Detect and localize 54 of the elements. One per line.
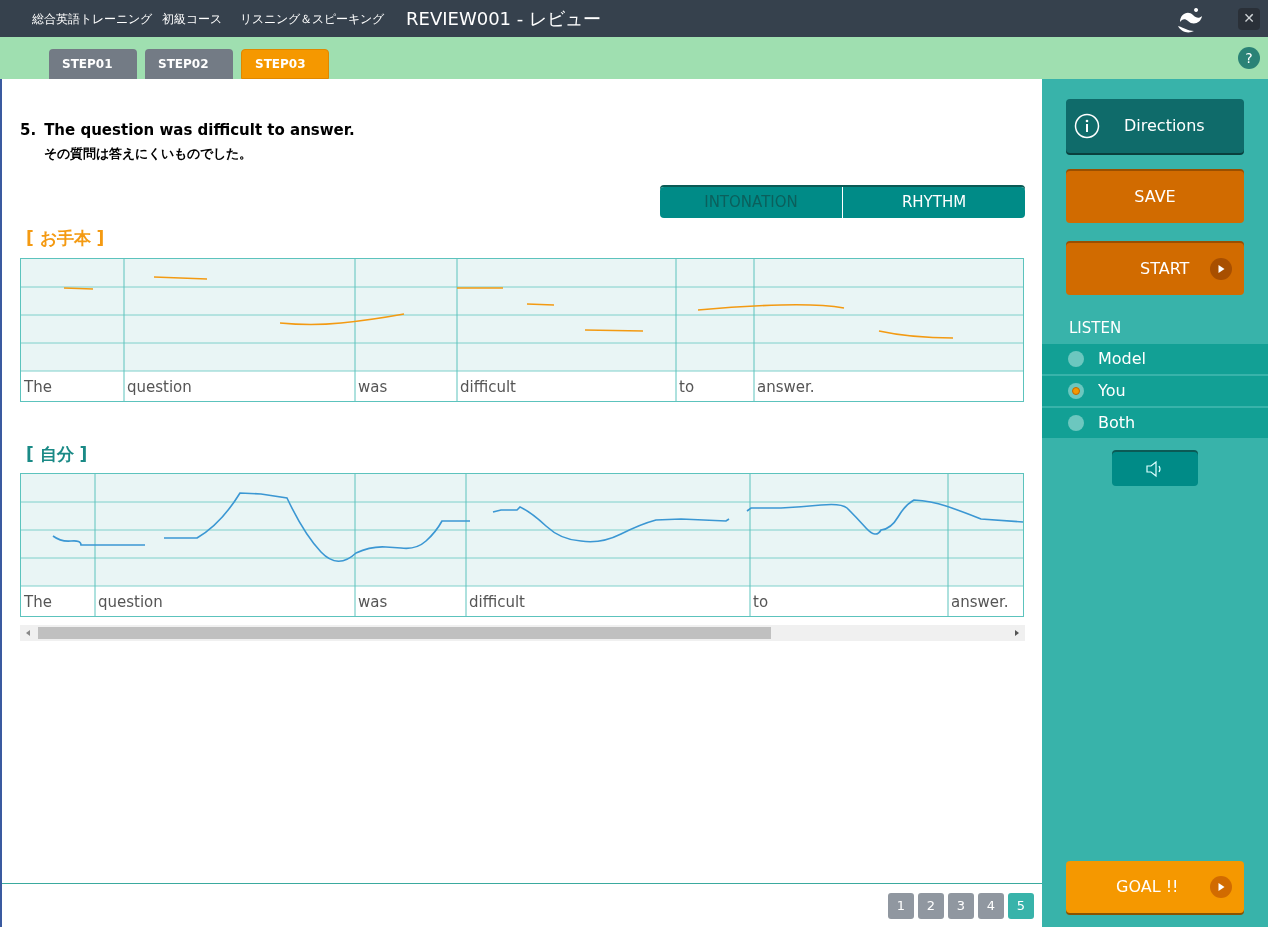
word-label: difficult	[469, 592, 525, 613]
chart-label: [ 自分 ]	[26, 442, 88, 466]
radio-button[interactable]	[1068, 350, 1084, 367]
page-button[interactable]: 3	[948, 892, 974, 919]
radio-button[interactable]	[1068, 382, 1084, 399]
word-label: to	[753, 592, 769, 613]
section-name: リスニング＆スピーキング	[240, 10, 384, 28]
page-button[interactable]: 2	[918, 892, 944, 919]
listen-option[interactable]: Model	[1042, 343, 1268, 374]
listen-option[interactable]: You	[1042, 375, 1268, 406]
start-button[interactable]: START	[1066, 243, 1244, 295]
step-tab[interactable]: STEP03	[241, 49, 329, 79]
course-level: 初級コース	[162, 10, 222, 28]
question-text: The question was difficult to answer.	[44, 120, 355, 141]
play-icon	[1210, 876, 1232, 898]
page-button[interactable]: 5	[1008, 892, 1034, 919]
scroll-left-icon[interactable]	[24, 629, 32, 637]
word-label: difficult	[460, 376, 516, 398]
word-label: answer.	[951, 592, 1009, 613]
word-label: to	[679, 376, 695, 398]
scroll-right-icon[interactable]	[1013, 629, 1021, 637]
step-tab[interactable]: STEP02	[145, 49, 233, 79]
option-label: Model	[1098, 347, 1147, 370]
listen-label: LISTEN	[1069, 318, 1122, 339]
goal-button[interactable]: GOAL !!	[1066, 861, 1244, 913]
word-label: The	[24, 376, 52, 398]
word-label: question	[98, 592, 163, 613]
horizontal-scrollbar[interactable]	[20, 625, 1025, 641]
play-icon	[1210, 258, 1232, 280]
question-number: 5.	[20, 120, 37, 141]
chart-label: [ お手本 ]	[26, 227, 105, 250]
question-translation: その質問は答えにくいものでした。	[44, 144, 254, 163]
close-button[interactable]: ✕	[1238, 7, 1260, 30]
option-label: You	[1098, 379, 1126, 402]
option-label: Both	[1098, 411, 1136, 434]
save-button[interactable]: SAVE	[1066, 171, 1244, 223]
word-label: question	[127, 376, 192, 398]
page-button[interactable]: 4	[978, 892, 1004, 919]
word-label: answer.	[757, 376, 815, 398]
view-tab[interactable]: RHYTHM	[843, 187, 1025, 218]
speaker-button[interactable]	[1112, 451, 1198, 486]
word-label: was	[358, 376, 388, 398]
info-icon	[1074, 113, 1100, 139]
step-tab[interactable]: STEP01	[49, 49, 137, 79]
course-name: 総合英語トレーニング	[32, 10, 152, 28]
page-button[interactable]: 1	[888, 892, 914, 919]
word-label: was	[358, 592, 388, 613]
word-label: The	[24, 592, 52, 613]
scrollbar-thumb[interactable]	[38, 627, 771, 639]
help-button[interactable]: ?	[1238, 47, 1260, 69]
directions-button[interactable]: Directions	[1066, 99, 1244, 153]
window-title: REVIEW001 - レビュー	[406, 7, 601, 31]
radio-button[interactable]	[1068, 414, 1084, 431]
listen-option[interactable]: Both	[1042, 407, 1268, 438]
